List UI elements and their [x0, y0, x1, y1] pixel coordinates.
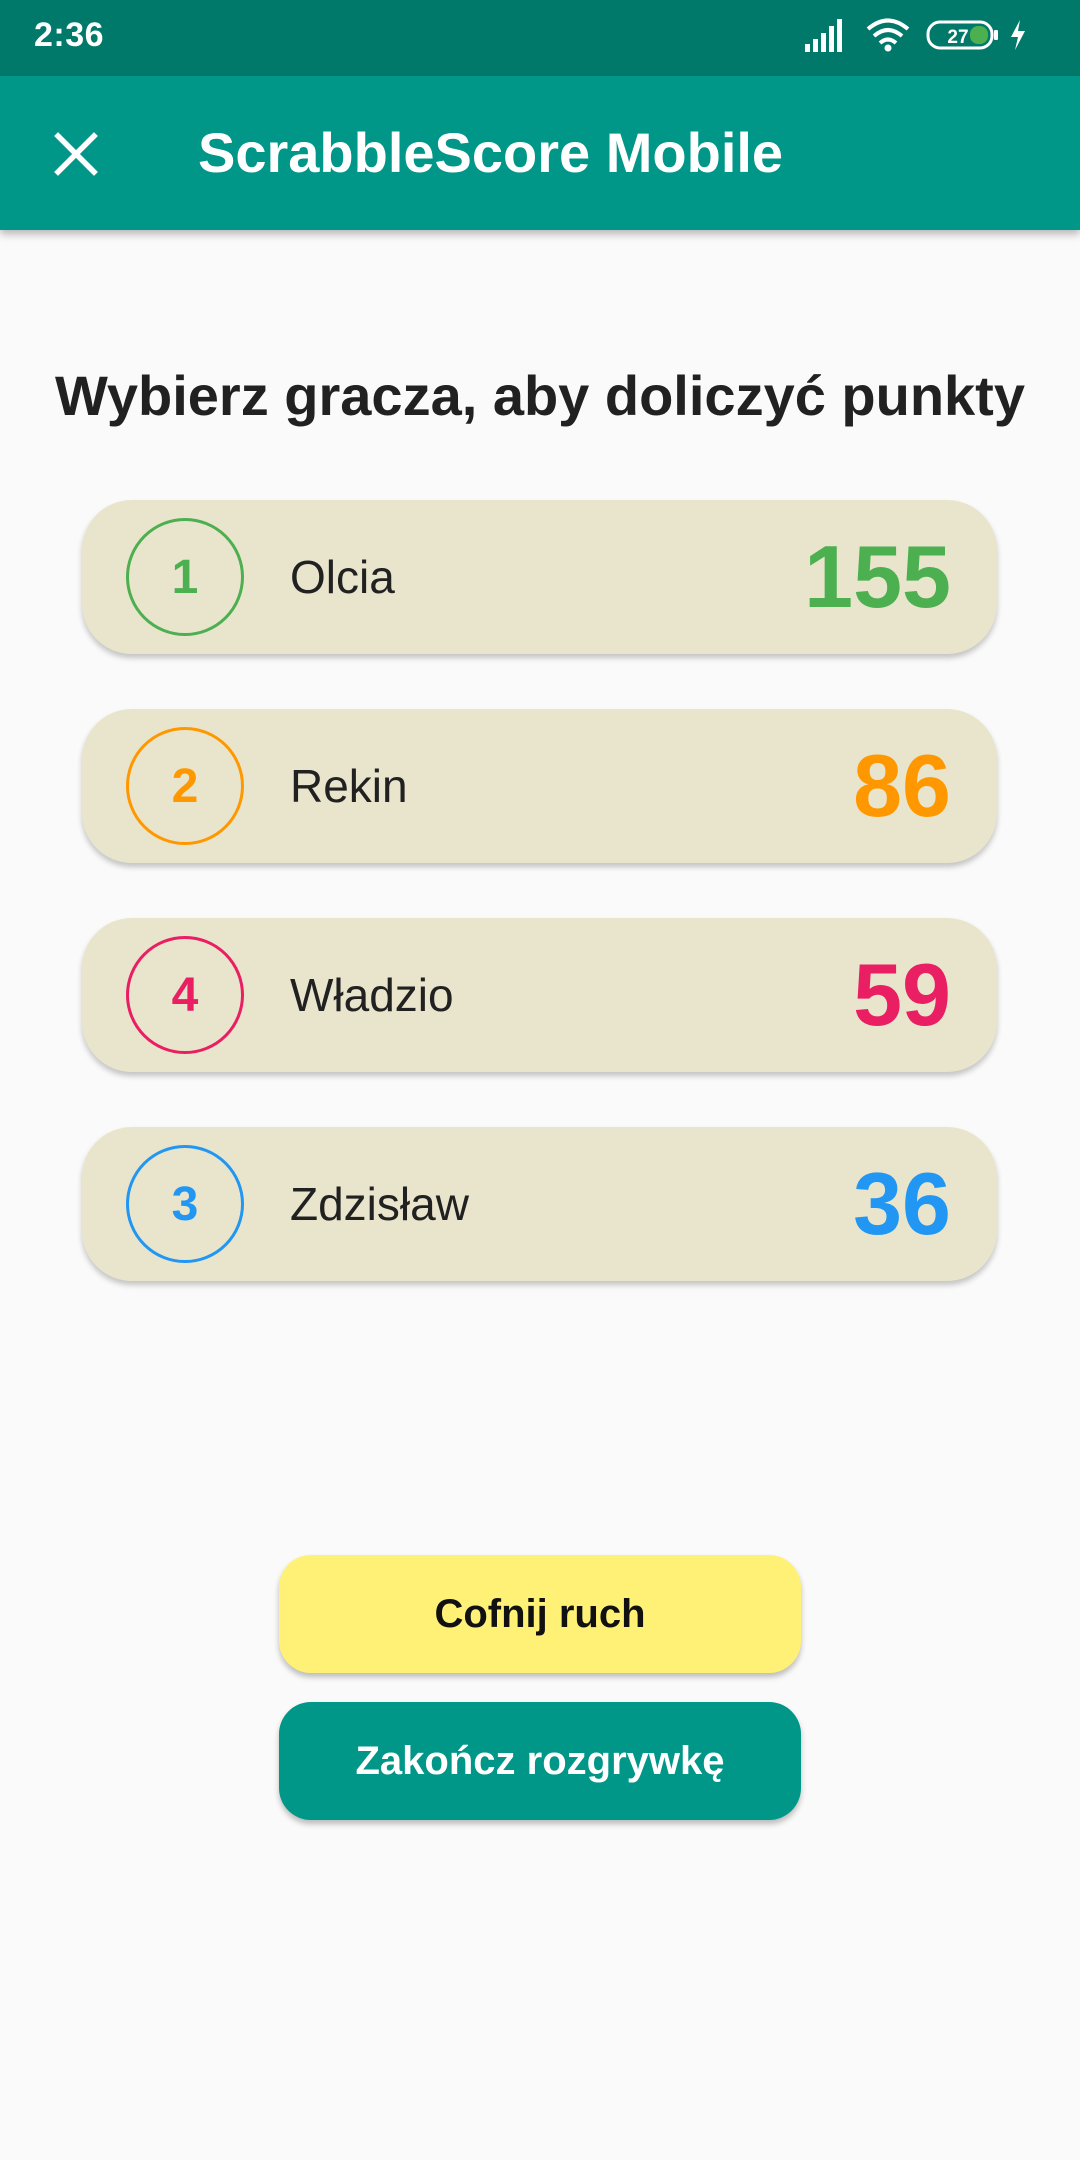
player-name: Olcia — [290, 551, 395, 603]
player-name: Władzio — [290, 969, 454, 1021]
close-icon — [54, 132, 98, 176]
rank-badge: 1 — [126, 518, 244, 636]
end-game-button[interactable]: Zakończ rozgrywkę — [279, 1702, 801, 1820]
signal-icon — [805, 19, 842, 52]
player-name: Zdzisław — [290, 1178, 469, 1230]
status-time: 2:36 — [34, 16, 105, 54]
player-list: 1 Olcia 155 2 Rekin 86 4 Władzio 59 3 Zd… — [82, 500, 997, 1336]
player-score: 86 — [853, 736, 951, 835]
player-card[interactable]: 4 Władzio 59 — [82, 918, 997, 1072]
player-name: Rekin — [290, 760, 408, 812]
app-title: ScrabbleScore Mobile — [198, 121, 784, 184]
app-bar: ScrabbleScore Mobile — [0, 76, 1080, 230]
close-button[interactable] — [38, 116, 114, 192]
status-bar: 2:36 27 — [0, 0, 1080, 76]
battery-level: 27 — [947, 27, 968, 48]
rank-badge: 2 — [126, 727, 244, 845]
player-score: 155 — [804, 527, 951, 626]
undo-move-button[interactable]: Cofnij ruch — [279, 1555, 801, 1673]
page-heading: Wybierz gracza, aby doliczyć punkty — [55, 364, 1025, 427]
rank-badge: 3 — [126, 1145, 244, 1263]
player-card[interactable]: 2 Rekin 86 — [82, 709, 997, 863]
wifi-icon — [866, 18, 910, 52]
battery-icon: 27 — [926, 20, 998, 50]
player-score: 36 — [853, 1154, 951, 1253]
rank-badge: 4 — [126, 936, 244, 1054]
player-card[interactable]: 1 Olcia 155 — [82, 500, 997, 654]
charging-icon — [1011, 20, 1025, 50]
player-card[interactable]: 3 Zdzisław 36 — [82, 1127, 997, 1281]
player-score: 59 — [853, 945, 951, 1044]
